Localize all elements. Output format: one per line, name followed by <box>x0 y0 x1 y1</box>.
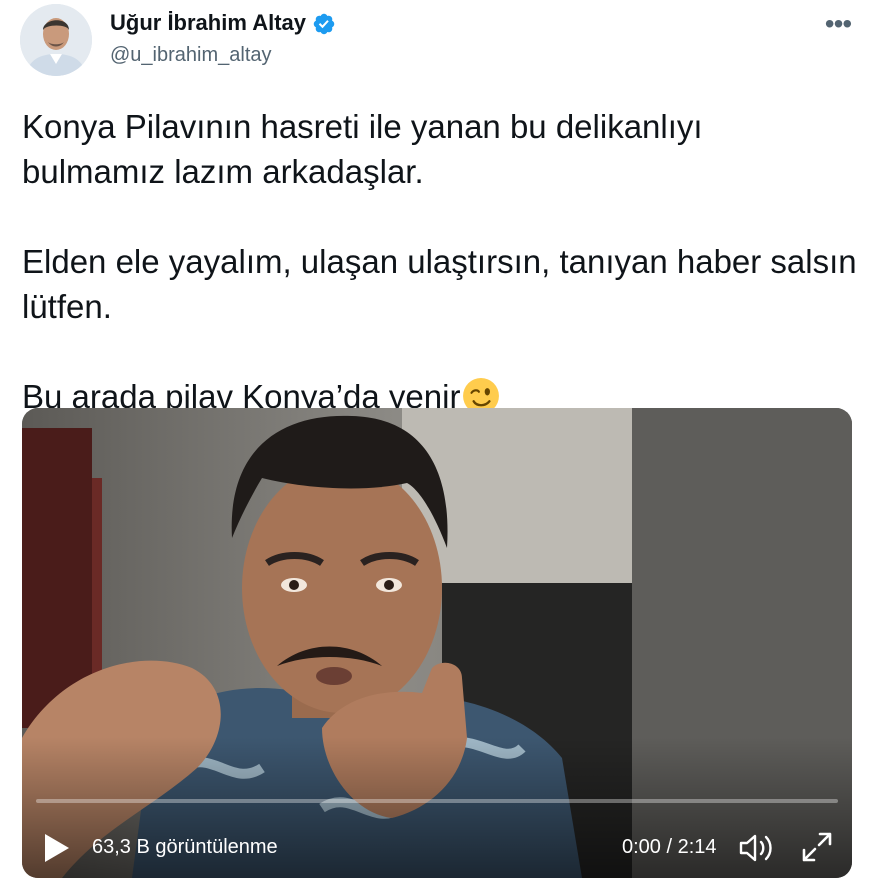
author-avatar[interactable] <box>20 4 92 76</box>
more-options-button[interactable]: ••• <box>818 8 858 40</box>
author-display-name[interactable]: Uğur İbrahim Altay <box>110 10 306 36</box>
volume-icon[interactable] <box>738 832 776 864</box>
video-player[interactable]: 63,3 B görüntülenme 0:00 / 2:14 <box>22 408 852 878</box>
tweet-line: lütfen. <box>22 288 112 325</box>
tweet-card: Uğur İbrahim Altay @u_ibrahim_altay ••• … <box>0 0 880 895</box>
play-icon[interactable] <box>42 832 72 864</box>
tweet-line: bulmamız lazım arkadaşlar. <box>22 153 424 190</box>
tweet-text: Konya Pilavının hasreti ile yanan bu del… <box>22 104 862 419</box>
verified-badge-icon <box>313 13 335 35</box>
video-progress-bar[interactable] <box>36 799 838 803</box>
fullscreen-icon[interactable] <box>800 830 834 864</box>
view-count: 63,3 B görüntülenme <box>92 836 278 858</box>
tweet-line: Konya Pilavının hasreti ile yanan bu del… <box>22 108 703 145</box>
video-time: 0:00 / 2:14 <box>622 836 717 858</box>
video-frame-image <box>22 408 852 878</box>
person-avatar-icon <box>20 4 92 76</box>
tweet-line: Elden ele yayalım, ulaşan ulaştırsın, ta… <box>22 243 857 280</box>
author-handle[interactable]: @u_ibrahim_altay <box>110 44 272 67</box>
